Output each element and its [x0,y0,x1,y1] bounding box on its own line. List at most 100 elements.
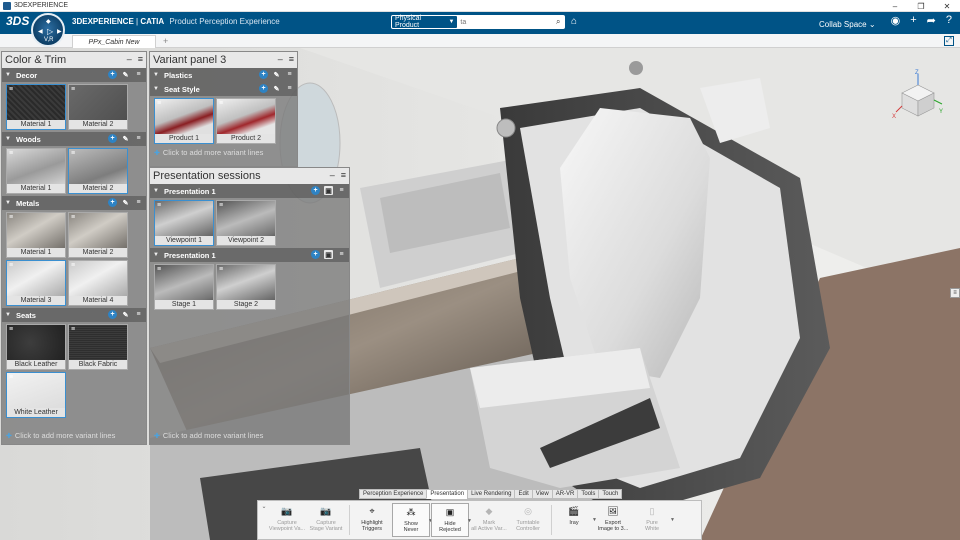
search-scope-dropdown[interactable]: Physical Product ▼ [392,15,458,29]
tab-touch[interactable]: Touch [598,489,623,499]
variant-thumbnail[interactable]: ≡ Material 1 [6,84,66,130]
turntable-controller-button[interactable]: ◎ Turntable Controller [509,503,547,537]
add-variant-icon[interactable]: + [259,70,268,79]
section-menu-icon[interactable]: ≡ [337,186,346,195]
dropdown-arrow-icon[interactable]: ▼ [670,517,675,523]
section-menu-icon[interactable]: ≡ [134,134,143,143]
help-icon[interactable]: ? [946,14,952,27]
thumbnail-menu-icon[interactable]: ≡ [9,214,13,221]
section-menu-icon[interactable]: ≡ [134,70,143,79]
search-icon[interactable]: ⌕ [551,16,565,28]
variant-thumbnail[interactable]: ≡ Product 2 [216,98,276,144]
collapse-arrow-icon[interactable]: ▼ [153,188,159,194]
palette-icon[interactable]: ✎ [272,84,281,93]
section-menu-icon[interactable]: ≡ [337,250,346,259]
thumbnail-menu-icon[interactable]: ≡ [71,262,75,269]
tab-presentation[interactable]: Presentation [426,489,469,499]
collapse-arrow-icon[interactable]: ▼ [5,200,11,206]
palette-icon[interactable]: ✎ [121,310,130,319]
thumbnail-menu-icon[interactable]: ≡ [71,86,75,93]
section-menu-icon[interactable]: ≡ [285,70,294,79]
variant-thumbnail[interactable]: ≡ Material 3 [6,260,66,306]
capture-viewpoint-va-button[interactable]: 📷 Capture Viewpoint Va... [268,503,306,537]
collapse-arrow-icon[interactable]: ▼ [5,136,11,142]
show-never-button[interactable]: ⁂ShowNever▼ [392,503,433,537]
section-header[interactable]: ▼ Decor + ✎ ≡ [2,68,146,82]
thumbnail-menu-icon[interactable]: ≡ [9,374,13,381]
minimize-panel-icon[interactable]: – [278,54,283,64]
thumbnail-menu-icon[interactable]: ≡ [71,150,75,157]
add-variant-icon[interactable]: + [311,186,320,195]
camera-icon[interactable]: ▣ [324,250,333,259]
thumbnail-menu-icon[interactable]: ≡ [157,202,161,209]
add-variant-icon[interactable]: + [259,84,268,93]
add-variant-line-button[interactable]: ✚ Click to add more variant lines [2,429,119,442]
variant-thumbnail[interactable]: ≡ Product 1 [154,98,214,144]
variant-thumbnail[interactable]: ≡ Black Leather [6,324,66,370]
navigation-cube-icon[interactable]: Z Y X [890,68,945,123]
variant-thumbnail[interactable]: ≡ Stage 1 [154,264,214,310]
collapse-arrow-icon[interactable]: ▼ [153,252,159,258]
compass-icon[interactable]: ◆ ◀ ▷ ▶ V,R [31,13,65,47]
thumbnail-menu-icon[interactable]: ≡ [71,326,75,333]
add-variant-line-button[interactable]: ✚ Click to add more variant lines [150,429,267,442]
add-tab-button[interactable]: + [163,36,168,46]
section-header[interactable]: ▼ Metals + ✎ ≡ [2,196,146,210]
minimize-panel-icon[interactable]: – [127,54,132,64]
tab-tools[interactable]: Tools [577,489,600,499]
variant-thumbnail[interactable]: ≡ Material 2 [68,84,128,130]
minimize-panel-icon[interactable]: – [330,170,335,180]
capture-stage-variant-button[interactable]: 📷 Capture Stage Variant [307,503,345,537]
add-variant-icon[interactable]: + [108,134,117,143]
variant-thumbnail[interactable]: ≡ Black Fabric [68,324,128,370]
tab-edit[interactable]: Edit [514,489,533,499]
thumbnail-menu-icon[interactable]: ≡ [9,326,13,333]
add-variant-icon[interactable]: + [108,70,117,79]
tab-live-rendering[interactable]: Live Rendering [467,489,516,499]
section-header[interactable]: ▼ Seats + ✎ ≡ [2,308,146,322]
maximize-button[interactable]: ❐ [908,0,934,12]
section-menu-icon[interactable]: ≡ [134,310,143,319]
hide-rejected-button[interactable]: ▣ Hide Rejected ▼ [431,503,472,537]
section-menu-icon[interactable]: ≡ [285,84,294,93]
variant-thumbnail[interactable]: ≡ Material 1 [6,148,66,194]
search-input[interactable] [457,16,552,28]
camera-icon[interactable]: ▣ [324,186,333,195]
thumbnail-menu-icon[interactable]: ≡ [9,150,13,157]
collapse-arrow-icon[interactable]: ▼ [153,86,159,92]
variant-thumbnail[interactable]: ≡ Viewpoint 1 [154,200,214,246]
share-icon[interactable]: ➦ [927,14,936,27]
section-header[interactable]: ▼ Seat Style + ✎ ≡ [150,82,297,96]
side-panel-handle[interactable]: ≡ [950,288,960,298]
tag-icon[interactable]: ⌂ [571,16,577,27]
thumbnail-menu-icon[interactable]: ≡ [9,86,13,93]
thumbnail-menu-icon[interactable]: ≡ [219,100,223,107]
mark-all-active-var-button[interactable]: ◆ Mark all Active Var... [470,503,508,537]
ds-logo-icon[interactable]: 3DS [6,14,29,28]
pure-white-button[interactable]: ▯ Pure White ▼ [633,503,675,537]
export-image-to-3-button[interactable]: 🖼 Export Image to 3... [594,503,632,537]
tab-view[interactable]: View [531,489,553,499]
collab-space-menu[interactable]: Collab Space ⌄ [819,20,876,29]
section-header[interactable]: ▼ Presentation 1 + ▣ ≡ [150,184,349,198]
panel-menu-icon[interactable]: ≡ [289,54,294,64]
plus-icon[interactable]: + [910,14,916,27]
add-variant-icon[interactable]: + [311,250,320,259]
iray-button[interactable]: 🎬 Iray ▼ [555,503,597,537]
collapse-action-bar-icon[interactable]: ⌄ [260,503,268,537]
thumbnail-menu-icon[interactable]: ≡ [219,202,223,209]
variant-thumbnail[interactable]: ≡ White Leather [6,372,66,418]
variant-thumbnail[interactable]: ≡ Viewpoint 2 [216,200,276,246]
collapse-arrow-icon[interactable]: ▼ [153,72,159,78]
section-header[interactable]: ▼ Woods + ✎ ≡ [2,132,146,146]
add-variant-icon[interactable]: + [108,310,117,319]
expand-icon[interactable]: ⤢ [944,36,954,46]
thumbnail-menu-icon[interactable]: ≡ [71,214,75,221]
thumbnail-menu-icon[interactable]: ≡ [219,266,223,273]
palette-icon[interactable]: ✎ [121,134,130,143]
palette-icon[interactable]: ✎ [121,198,130,207]
collapse-arrow-icon[interactable]: ▼ [5,312,11,318]
variant-thumbnail[interactable]: ≡ Stage 2 [216,264,276,310]
thumbnail-menu-icon[interactable]: ≡ [157,266,161,273]
thumbnail-menu-icon[interactable]: ≡ [9,262,13,269]
